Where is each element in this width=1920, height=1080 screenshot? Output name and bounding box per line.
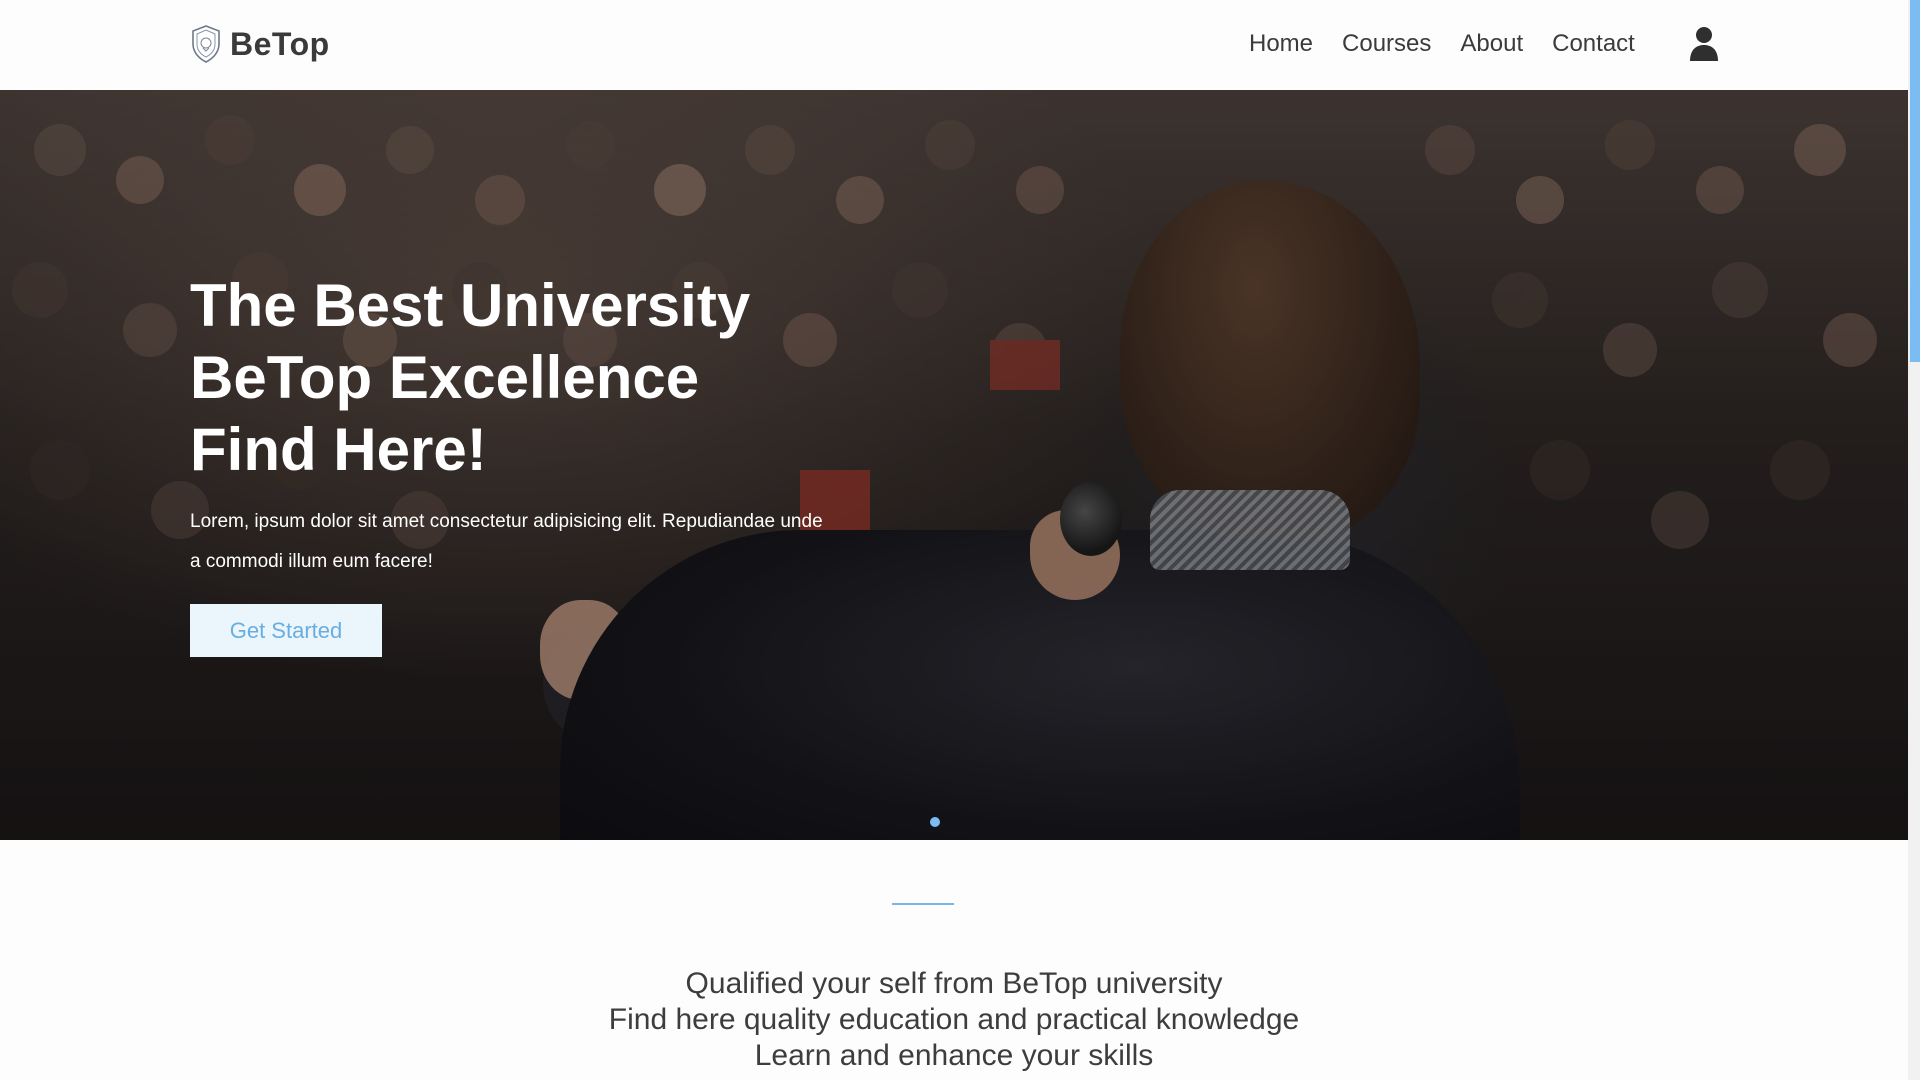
brand[interactable]: BeTop bbox=[190, 24, 330, 64]
hero-content: The Best University BeTop Excellence Fin… bbox=[190, 270, 890, 657]
nav-link-courses[interactable]: Courses bbox=[1342, 30, 1431, 58]
hero-banner: The Best University BeTop Excellence Fin… bbox=[0, 90, 1908, 840]
hero-title-line: Find Here! bbox=[190, 416, 487, 483]
hero-description: Lorem, ipsum dolor sit amet consectetur … bbox=[190, 511, 823, 572]
shield-logo-icon bbox=[192, 25, 220, 63]
scrollbar[interactable] bbox=[1908, 0, 1920, 1080]
intro-section: Qualified your self from BeTop universit… bbox=[0, 966, 1908, 1074]
hero-title-line: BeTop Excellence bbox=[190, 344, 700, 411]
carousel-indicator[interactable] bbox=[930, 817, 940, 827]
hero-title-line: The Best University bbox=[190, 272, 751, 339]
scrollbar-thumb[interactable] bbox=[1910, 0, 1920, 362]
intro-line: Qualified your self from BeTop universit… bbox=[685, 967, 1223, 1000]
get-started-button[interactable]: Get Started bbox=[190, 604, 382, 657]
brand-name: BeTop bbox=[230, 25, 330, 62]
intro-line: Find here quality education and practica… bbox=[608, 1003, 1300, 1036]
intro-line: Learn and enhance your skills bbox=[754, 1039, 1154, 1072]
navbar: BeTop Home Courses About Contact bbox=[0, 0, 1908, 90]
section-divider bbox=[892, 903, 954, 905]
user-icon[interactable] bbox=[1688, 26, 1720, 62]
nav-links: Home Courses About Contact bbox=[1249, 30, 1664, 58]
hero-title: The Best University BeTop Excellence Fin… bbox=[190, 270, 890, 486]
nav-link-about[interactable]: About bbox=[1460, 30, 1523, 58]
nav-link-home[interactable]: Home bbox=[1249, 30, 1313, 58]
nav-link-contact[interactable]: Contact bbox=[1552, 30, 1635, 58]
